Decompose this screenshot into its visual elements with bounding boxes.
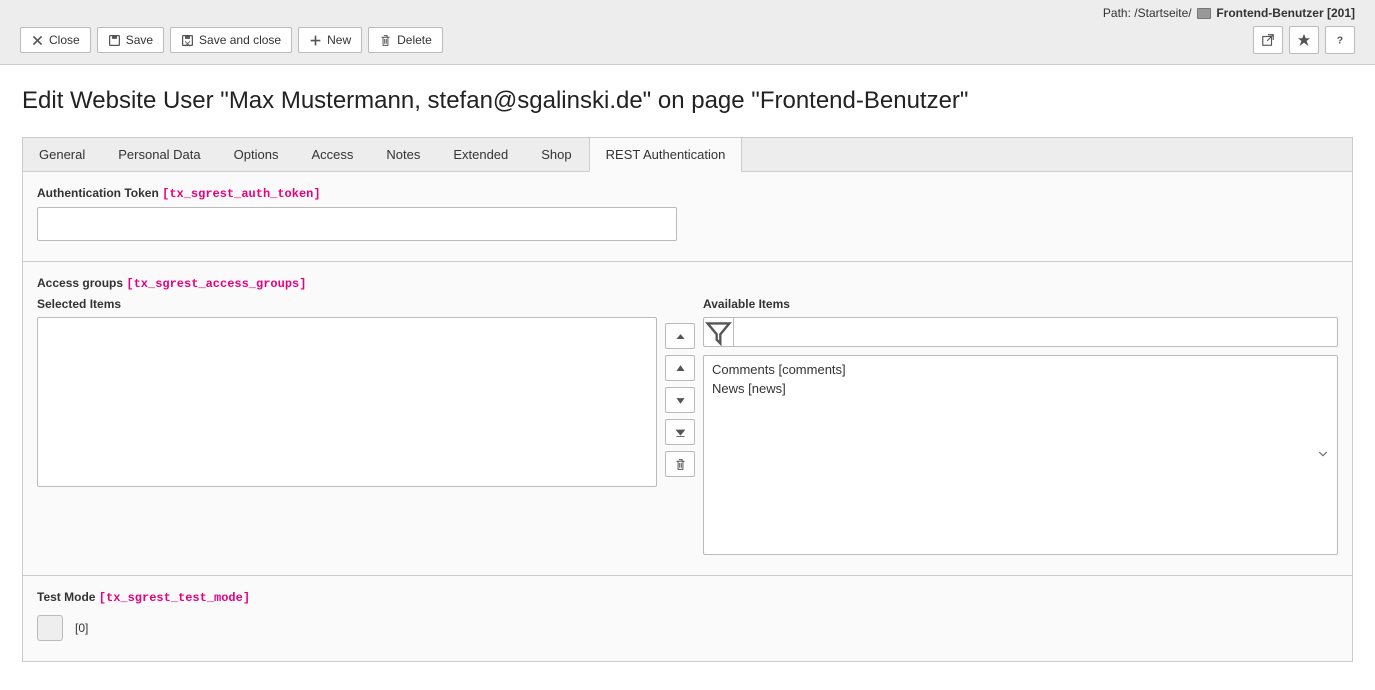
test-mode-tech: [tx_sgrest_test_mode] (99, 591, 250, 605)
path-page[interactable]: Frontend-Benutzer (1216, 6, 1323, 20)
trash-icon (674, 458, 687, 471)
move-down-button[interactable] (665, 387, 695, 413)
filter-icon (704, 318, 733, 347)
tab-access[interactable]: Access (295, 138, 370, 171)
section-test-mode: Test Mode [tx_sgrest_test_mode] [0] (23, 576, 1352, 661)
tab-extended[interactable]: Extended (437, 138, 525, 171)
access-groups-label: Access groups [tx_sgrest_access_groups] (37, 276, 1338, 291)
move-up-icon (674, 362, 687, 375)
move-bottom-icon (674, 426, 687, 439)
move-up-button[interactable] (665, 355, 695, 381)
action-button-group: Close Save Save and close New Delete (20, 27, 443, 53)
chevron-down-icon[interactable] (1317, 448, 1329, 463)
move-down-icon (674, 394, 687, 407)
test-mode-label-text: Test Mode (37, 590, 95, 604)
available-item[interactable]: News [news] (708, 379, 1333, 398)
access-groups-label-text: Access groups (37, 276, 123, 290)
open-external-icon (1261, 33, 1275, 47)
close-button[interactable]: Close (20, 27, 91, 53)
tab-notes[interactable]: Notes (370, 138, 437, 171)
section-access-groups: Access groups [tx_sgrest_access_groups] … (23, 262, 1352, 576)
svg-text:?: ? (1337, 35, 1343, 47)
close-icon (31, 34, 44, 47)
open-external-button[interactable] (1253, 26, 1283, 54)
save-icon (108, 34, 121, 47)
auth-token-label-text: Authentication Token (37, 186, 159, 200)
access-groups-tech: [tx_sgrest_access_groups] (126, 277, 306, 291)
tab-shop[interactable]: Shop (525, 138, 588, 171)
trash-icon (379, 34, 392, 47)
star-icon (1297, 33, 1311, 47)
available-items-listbox[interactable]: Comments [comments] News [news] (703, 355, 1338, 555)
available-item[interactable]: Comments [comments] (708, 360, 1333, 379)
plus-icon (309, 34, 322, 47)
save-close-icon (181, 34, 194, 47)
tab-rest-authentication[interactable]: REST Authentication (589, 138, 743, 172)
filter-button[interactable] (703, 317, 733, 347)
close-label: Close (49, 33, 80, 47)
help-button[interactable]: ? (1325, 26, 1355, 54)
tab-general[interactable]: General (23, 138, 102, 171)
delete-button[interactable]: Delete (368, 27, 443, 53)
tab-options[interactable]: Options (218, 138, 296, 171)
path-label: Path: (1103, 6, 1131, 20)
breadcrumb-path: Path: /Startseite/ Frontend-Benutzer [20… (0, 0, 1375, 22)
path-segment: /Startseite/ (1134, 6, 1191, 20)
auth-token-tech: [tx_sgrest_auth_token] (162, 187, 320, 201)
save-close-label: Save and close (199, 33, 281, 47)
save-label: Save (126, 33, 153, 47)
help-icon: ? (1333, 33, 1347, 47)
available-items-label: Available Items (703, 297, 1338, 311)
filter-input[interactable] (733, 317, 1338, 347)
selected-items-listbox[interactable] (37, 317, 657, 487)
page-title: Edit Website User "Max Mustermann, stefa… (22, 87, 1353, 115)
delete-label: Delete (397, 33, 432, 47)
new-button[interactable]: New (298, 27, 362, 53)
new-label: New (327, 33, 351, 47)
folder-icon (1197, 8, 1211, 19)
move-top-button[interactable] (665, 323, 695, 349)
auth-token-label: Authentication Token [tx_sgrest_auth_tok… (37, 186, 1338, 201)
path-id: [201] (1327, 6, 1355, 20)
bookmark-button[interactable] (1289, 26, 1319, 54)
save-button[interactable]: Save (97, 27, 164, 53)
test-mode-label: Test Mode [tx_sgrest_test_mode] (37, 590, 1338, 605)
save-close-button[interactable]: Save and close (170, 27, 292, 53)
remove-button[interactable] (665, 451, 695, 477)
right-button-group: ? (1253, 26, 1355, 54)
move-top-icon (674, 330, 687, 343)
test-mode-value: [0] (75, 621, 88, 635)
move-bottom-button[interactable] (665, 419, 695, 445)
auth-token-input[interactable] (37, 207, 677, 241)
selected-items-label: Selected Items (37, 297, 657, 311)
section-auth-token: Authentication Token [tx_sgrest_auth_tok… (23, 172, 1352, 262)
mover-buttons (665, 297, 695, 477)
test-mode-checkbox[interactable] (37, 615, 63, 641)
tab-bar: General Personal Data Options Access Not… (23, 138, 1352, 172)
tab-personal-data[interactable]: Personal Data (102, 138, 217, 171)
